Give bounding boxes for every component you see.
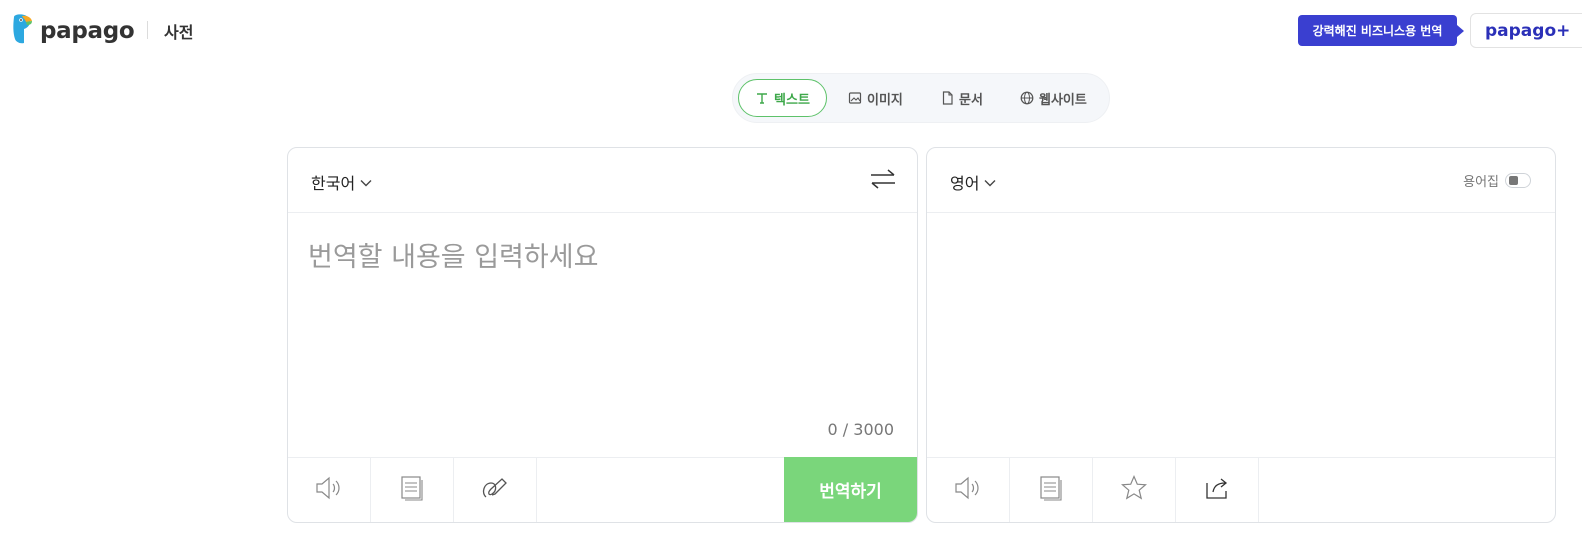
source-listen-button[interactable] xyxy=(288,458,371,522)
swap-languages-button[interactable] xyxy=(869,167,897,195)
copy-icon xyxy=(399,474,425,506)
target-panel-header: 영어 용어집 xyxy=(927,148,1555,213)
tab-website[interactable]: 웹사이트 xyxy=(1020,79,1087,117)
speaker-icon xyxy=(953,475,983,505)
source-text-input[interactable] xyxy=(308,235,898,435)
handwriting-icon xyxy=(480,474,510,506)
papago-translator-page: papago 사전 강력해진 비즈니스용 번역 papago+ 텍스트 이미지 … xyxy=(0,0,1582,544)
tab-text[interactable]: 텍스트 xyxy=(738,79,827,117)
text-icon xyxy=(755,91,769,105)
favorite-button[interactable] xyxy=(1093,458,1176,522)
header-divider xyxy=(147,21,148,39)
target-toolbar xyxy=(927,457,1555,522)
target-panel: 영어 용어집 xyxy=(926,147,1556,523)
globe-icon xyxy=(1020,91,1034,105)
tab-document-label: 문서 xyxy=(959,92,983,108)
handwriting-button[interactable] xyxy=(454,458,537,522)
share-icon xyxy=(1203,474,1231,506)
bookmark-icon xyxy=(1509,176,1518,185)
source-panel-header: 한국어 xyxy=(288,148,917,213)
swap-arrows-icon xyxy=(869,169,897,195)
tab-text-label: 텍스트 xyxy=(774,92,810,108)
tab-website-label: 웹사이트 xyxy=(1039,92,1087,108)
source-panel: 한국어 0 / 3000 xyxy=(287,147,918,523)
target-language-select[interactable]: 영어 xyxy=(950,170,997,194)
logo-wordmark: papago xyxy=(40,18,135,44)
target-language-label: 영어 xyxy=(950,174,980,193)
top-header: papago 사전 강력해진 비즈니스용 번역 papago+ xyxy=(0,0,1582,60)
copy-icon xyxy=(1038,474,1064,506)
glossary-toggle[interactable]: 용어집 xyxy=(1463,171,1531,190)
tab-image[interactable]: 이미지 xyxy=(848,79,903,117)
document-icon xyxy=(941,91,954,105)
tab-document[interactable]: 문서 xyxy=(941,79,983,117)
business-translation-badge[interactable]: 강력해진 비즈니스용 번역 xyxy=(1298,15,1464,46)
parrot-logo-icon xyxy=(10,13,34,49)
mode-tabs: 텍스트 이미지 문서 웹사이트 xyxy=(732,73,1110,123)
papago-plus-button[interactable]: papago+ xyxy=(1470,13,1582,48)
target-listen-button[interactable] xyxy=(927,458,1010,522)
source-language-label: 한국어 xyxy=(311,174,356,193)
speaker-icon xyxy=(314,475,344,505)
target-copy-button[interactable] xyxy=(1010,458,1093,522)
tab-image-label: 이미지 xyxy=(867,92,903,108)
star-icon xyxy=(1120,474,1148,506)
dictionary-link[interactable]: 사전 xyxy=(164,19,193,43)
source-copy-button[interactable] xyxy=(371,458,454,522)
glossary-label: 용어집 xyxy=(1463,175,1499,190)
share-button[interactable] xyxy=(1176,458,1259,522)
source-language-select[interactable]: 한국어 xyxy=(311,170,373,194)
image-icon xyxy=(848,91,862,105)
source-toolbar: 번역하기 xyxy=(288,457,917,522)
glossary-switch[interactable] xyxy=(1505,173,1531,188)
chevron-down-icon xyxy=(983,173,997,192)
chevron-down-icon xyxy=(359,173,373,192)
papago-logo[interactable]: papago xyxy=(10,13,135,49)
character-counter: 0 / 3000 xyxy=(827,420,894,439)
translate-button[interactable]: 번역하기 xyxy=(784,457,917,522)
